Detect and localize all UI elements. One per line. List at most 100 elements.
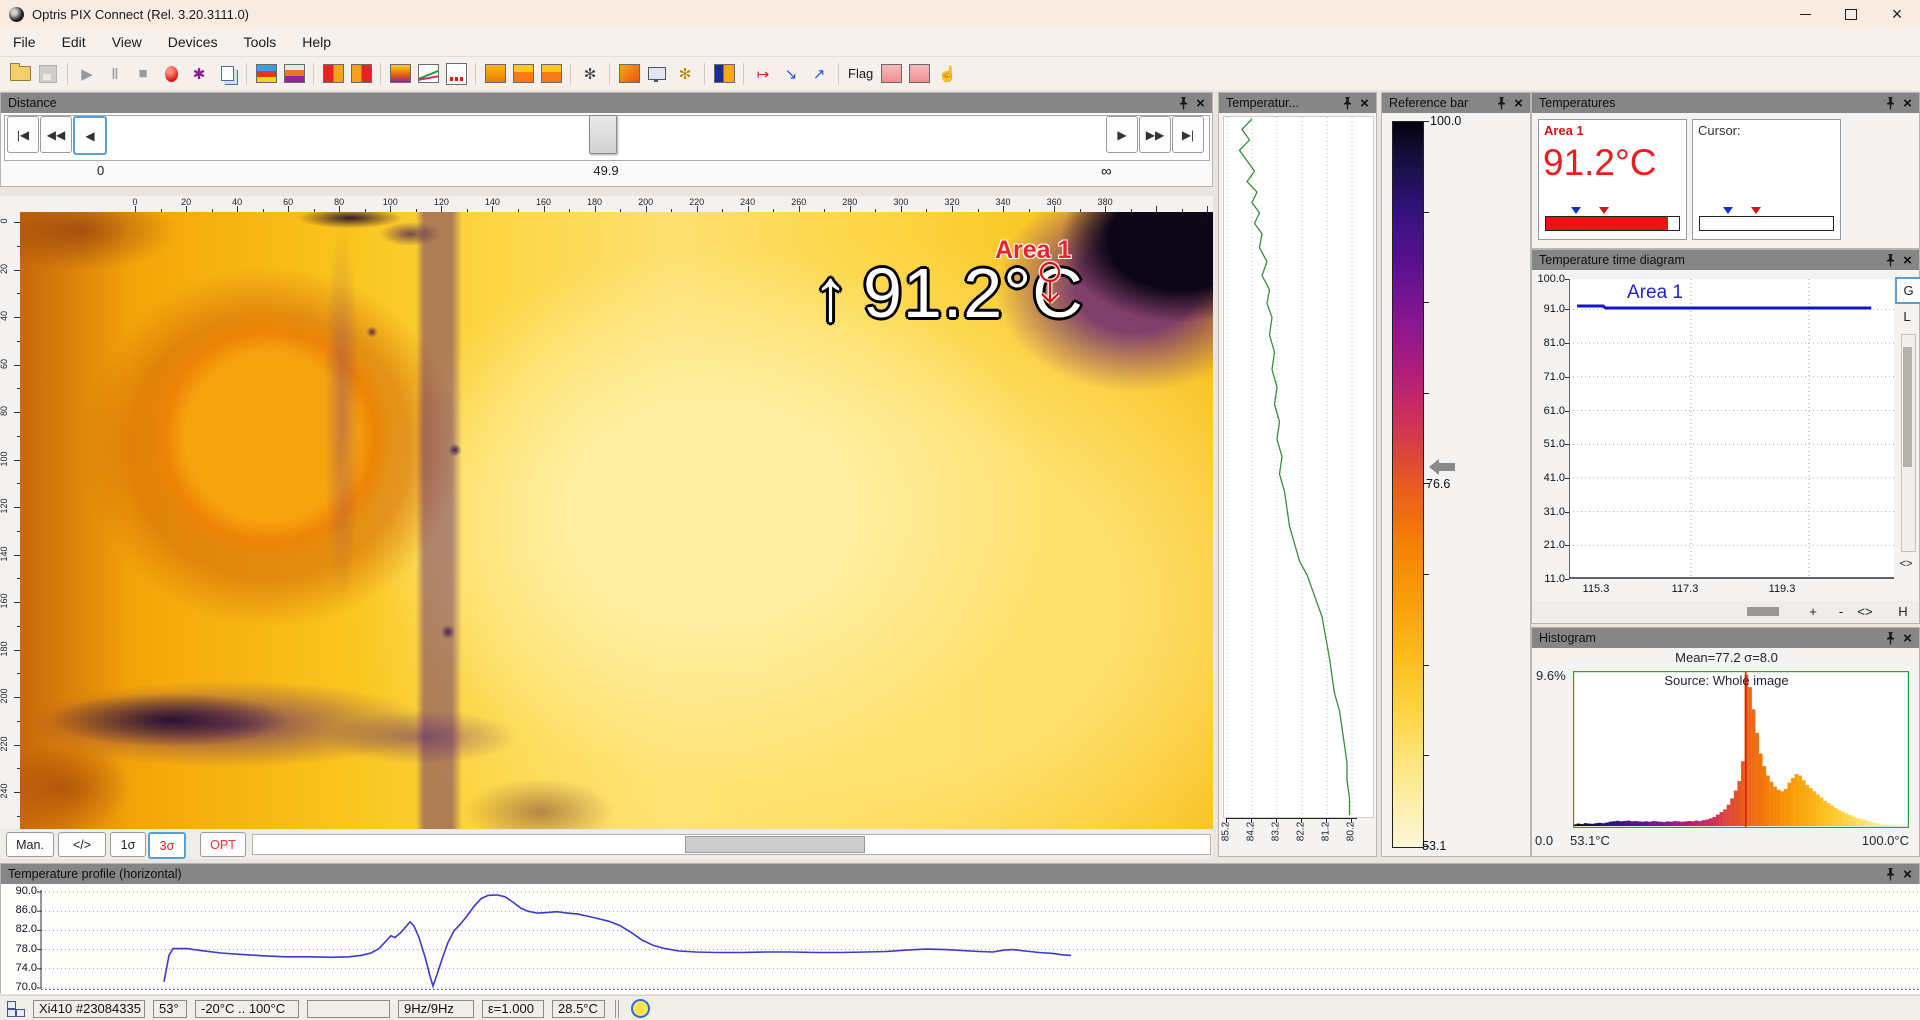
measure-points-icon[interactable] — [443, 61, 469, 87]
framerate-field[interactable]: 9Hz/9Hz — [398, 1000, 474, 1018]
minimize-button[interactable] — [1782, 0, 1828, 28]
vertical-profile-header[interactable]: Temperatur... — [1219, 93, 1376, 113]
maximize-button[interactable] — [1828, 0, 1874, 28]
local-scaling-button[interactable]: L — [1898, 306, 1916, 326]
distance-rewind-button[interactable]: ◀◀ — [40, 116, 72, 153]
diagram-button-H[interactable]: H — [1892, 603, 1914, 620]
close-button[interactable] — [1874, 0, 1920, 28]
pause-icon[interactable]: Ⅱ — [102, 61, 128, 87]
pin-icon[interactable] — [1175, 95, 1192, 111]
alarm-bar-icon-2[interactable] — [538, 61, 564, 87]
close-icon[interactable] — [1510, 95, 1527, 111]
histogram-header[interactable]: Histogram — [1532, 628, 1919, 648]
cursor-measure-box[interactable]: Cursor: — [1692, 119, 1841, 240]
distance-slider-thumb[interactable] — [589, 115, 617, 154]
image-tab-1[interactable]: 1σ — [110, 832, 146, 857]
image-tab-man[interactable]: Man. — [6, 832, 54, 857]
alarm-bar-icon-1[interactable] — [510, 61, 536, 87]
image-tab-opt[interactable]: OPT — [200, 832, 246, 857]
close-icon[interactable] — [1899, 866, 1916, 882]
play-icon[interactable]: ▶ — [74, 61, 100, 87]
time-diagram-header[interactable]: Temperature time diagram — [1532, 250, 1919, 270]
image-scrollbar[interactable] — [252, 834, 1211, 855]
thermal-image[interactable]: Area 1 ↑ 91.2°C — [20, 212, 1213, 829]
image-scrollbar-thumb[interactable] — [685, 836, 865, 853]
pin-icon[interactable] — [1882, 95, 1899, 111]
diagram-hscrollbar-thumb[interactable] — [1747, 607, 1779, 616]
sub-image-icon-1[interactable] — [878, 61, 904, 87]
distance-first-button[interactable]: |◀ — [7, 116, 39, 153]
diagram-vscrollbar-thumb[interactable] — [1903, 347, 1912, 467]
pin-icon[interactable] — [1882, 252, 1899, 268]
export-arrow-icon[interactable]: ↦ — [750, 61, 776, 87]
stop-icon[interactable]: ■ — [130, 61, 156, 87]
lamp-icon[interactable] — [631, 999, 650, 1018]
pin-icon[interactable] — [1882, 866, 1899, 882]
distance-last-button[interactable]: ▶| — [1172, 116, 1204, 153]
import-arrow-icon[interactable]: ↘ — [778, 61, 804, 87]
diagram-button-[interactable]: - — [1830, 603, 1852, 620]
scale-pointer-arrow-icon[interactable] — [1429, 459, 1456, 475]
monitor-icon[interactable] — [644, 61, 670, 87]
global-scaling-button[interactable]: G — [1895, 277, 1920, 304]
image-tab-3[interactable]: 3σ — [148, 832, 186, 859]
distance-panel-header[interactable]: Distance — [1, 93, 1212, 113]
device-name-field[interactable]: Xi410 #23084335 — [33, 1000, 145, 1018]
temperature-scale-gradient[interactable] — [1392, 121, 1424, 848]
ambient-temp-field[interactable]: 28.5°C — [552, 1000, 605, 1018]
spare-field[interactable] — [307, 1000, 390, 1018]
flag-image-icon[interactable] — [711, 61, 737, 87]
temp-range-icon-2[interactable] — [348, 61, 374, 87]
diagram-button-[interactable]: + — [1802, 603, 1824, 620]
palette-icon-2[interactable] — [281, 61, 307, 87]
isotherm-icon[interactable] — [616, 61, 642, 87]
pin-icon[interactable] — [1339, 95, 1356, 111]
flag-label[interactable]: Flag — [844, 66, 877, 81]
palette-icon-1[interactable] — [253, 61, 279, 87]
snapshot-icon[interactable]: ✱ — [186, 61, 212, 87]
open-layout-icon[interactable] — [7, 61, 33, 87]
pin-icon[interactable] — [1493, 95, 1510, 111]
horizontal-profile-header[interactable]: Temperature profile (horizontal) — [1, 864, 1919, 884]
diagram-vscrollbar[interactable] — [1901, 334, 1916, 552]
close-icon[interactable] — [1899, 630, 1916, 646]
temperatures-header[interactable]: Temperatures — [1532, 93, 1919, 113]
temperatures-panel: Temperatures Area 1 91.2°C Cursor: — [1531, 92, 1920, 249]
menu-devices[interactable]: Devices — [155, 30, 231, 54]
close-icon[interactable] — [1192, 95, 1209, 111]
diagram-button-[interactable]: <> — [1854, 603, 1876, 620]
profile-chart-icon[interactable] — [415, 61, 441, 87]
distance-step-forward-button[interactable]: ▶ — [1106, 116, 1138, 153]
angle-field[interactable]: 53° — [153, 1000, 187, 1018]
temperature-range-field[interactable]: -20°C .. 100°C — [195, 1000, 299, 1018]
pin-icon[interactable] — [1882, 630, 1899, 646]
save-layout-icon[interactable] — [35, 61, 61, 87]
menu-view[interactable]: View — [99, 30, 155, 54]
distance-step-back-button[interactable]: ◀ — [73, 116, 107, 155]
diagram-hzoom-button[interactable]: <> — [1894, 556, 1918, 572]
reference-bar-icon[interactable] — [387, 61, 413, 87]
upload-arrow-icon[interactable]: ↗ — [806, 61, 832, 87]
tools-icon[interactable]: ✻ — [577, 61, 603, 87]
menu-file[interactable]: File — [0, 30, 49, 54]
close-icon[interactable] — [1899, 95, 1916, 111]
menu-tools[interactable]: Tools — [231, 30, 290, 54]
record-icon[interactable] — [158, 61, 184, 87]
temp-arrow-icon[interactable] — [482, 61, 508, 87]
area-1-measure-box[interactable]: Area 1 91.2°C — [1538, 119, 1687, 240]
close-icon[interactable] — [1899, 252, 1916, 268]
copy-icon[interactable] — [214, 61, 240, 87]
emissivity-field[interactable]: ε=1.000 — [482, 1000, 544, 1018]
image-tools-icon[interactable]: ✻ — [672, 61, 698, 87]
hand-tool-icon[interactable]: ☝ — [934, 61, 960, 87]
distance-forward-button[interactable]: ▶▶ — [1139, 116, 1171, 153]
axis-tick-label: 81.2 — [1321, 819, 1332, 845]
ruler-label: 20 — [174, 197, 198, 207]
sub-image-icon-2[interactable] — [906, 61, 932, 87]
menu-edit[interactable]: Edit — [49, 30, 99, 54]
reference-bar-header[interactable]: Reference bar — [1382, 93, 1530, 113]
menu-help[interactable]: Help — [289, 30, 344, 54]
temp-range-icon-1[interactable] — [320, 61, 346, 87]
close-icon[interactable] — [1356, 95, 1373, 111]
image-tab-[interactable]: </> — [58, 832, 106, 857]
